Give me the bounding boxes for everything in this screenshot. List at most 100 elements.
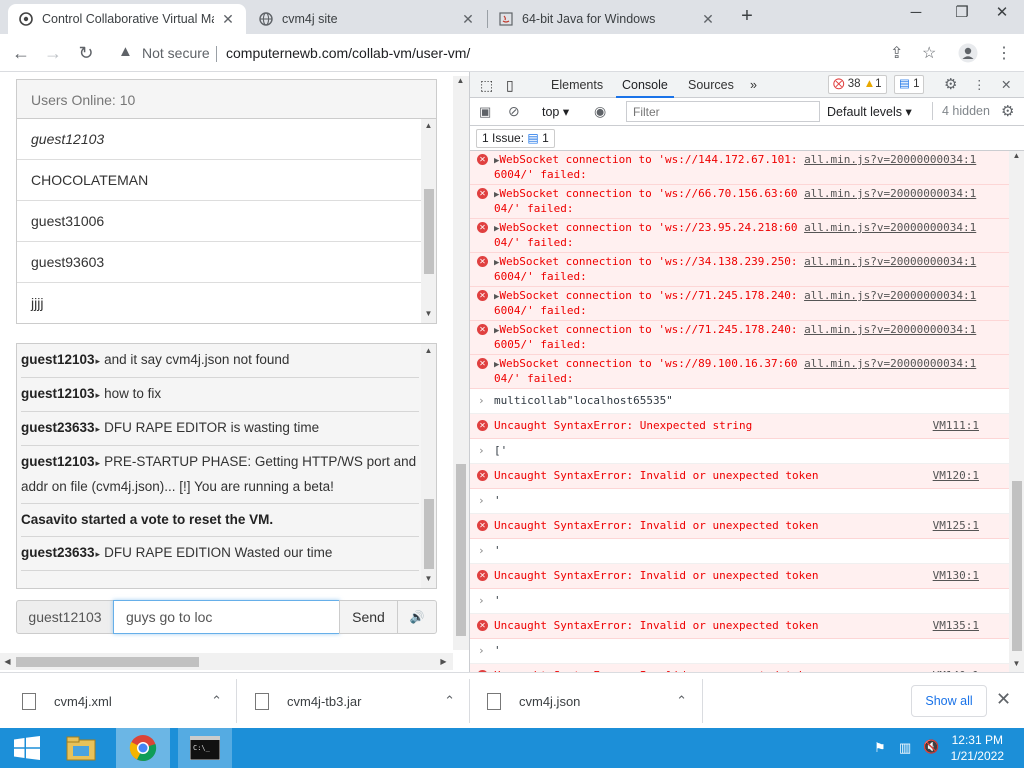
users-list[interactable]: guest12103 CHOCOLATEMAN guest31006 guest…	[16, 118, 437, 324]
tab-cvm4j-site[interactable]: cvm4j site ✕	[248, 4, 486, 34]
source-link[interactable]: VM120:1	[933, 469, 979, 483]
volume-icon[interactable]: 🔊	[397, 600, 437, 634]
warning-icon[interactable]: ▲	[118, 43, 133, 60]
share-icon[interactable]: ⇪	[890, 43, 903, 63]
tab-elements[interactable]: Elements	[551, 72, 603, 98]
address-bar[interactable]: ▲ Not secure computernewb.com/collab-vm/…	[108, 38, 954, 68]
console-scrollbar[interactable]: ▲ ▼	[1009, 151, 1024, 672]
bookmark-star-icon[interactable]: ☆	[922, 43, 936, 63]
reload-button[interactable]: ↻	[73, 40, 99, 66]
tab-sources[interactable]: Sources	[688, 72, 734, 98]
hidden-count: 4 hidden	[942, 104, 990, 118]
error-icon: ✕	[477, 154, 488, 165]
show-all-button[interactable]: Show all	[911, 685, 987, 717]
new-tab-button[interactable]: +	[736, 6, 758, 28]
chevron-up-icon[interactable]: ⌃	[676, 693, 687, 709]
source-link[interactable]: VM130:1	[933, 569, 979, 583]
source-link[interactable]: all.min.js?v=20000000034:1	[804, 153, 976, 166]
download-item[interactable]: cvm4j.xml ⌃	[22, 683, 222, 719]
inspect-icon[interactable]: ⬚	[480, 72, 493, 98]
more-tabs-icon[interactable]: »	[750, 72, 757, 98]
source-link[interactable]: all.min.js?v=20000000034:1	[804, 187, 976, 200]
collabvm-page: Users Online: 10 guest12103 CHOCOLATEMAN…	[0, 72, 469, 672]
file-explorer-icon[interactable]	[54, 728, 108, 768]
minimize-icon[interactable]: ─	[894, 0, 938, 34]
console-input-row: › ['	[470, 439, 1009, 464]
close-tab-icon[interactable]: ✕	[220, 11, 236, 28]
url-text[interactable]: computernewb.com/collab-vm/user-vm/	[226, 45, 470, 61]
issues-button[interactable]: 1 Issue: ▤ 1	[476, 129, 555, 148]
chrome-icon[interactable]	[116, 728, 170, 768]
console-error-row: ✕Uncaught SyntaxError: Invalid or unexpe…	[470, 464, 1009, 489]
close-tab-icon[interactable]: ✕	[460, 11, 476, 28]
users-scrollbar[interactable]: ▲ ▼	[421, 119, 436, 323]
user-item[interactable]: jjjj	[17, 283, 421, 323]
close-window-icon[interactable]: ✕	[980, 0, 1024, 34]
user-item[interactable]: CHOCOLATEMAN	[17, 160, 421, 201]
back-button[interactable]: ←	[8, 40, 34, 66]
source-link[interactable]: all.min.js?v=20000000034:1	[804, 255, 976, 268]
forward-button[interactable]: →	[40, 40, 66, 66]
source-link[interactable]: VM111:1	[933, 419, 979, 433]
console-error-row: ✕Uncaught SyntaxError: Invalid or unexpe…	[470, 614, 1009, 639]
page-horizontal-scrollbar[interactable]: ◀ ▶	[0, 653, 453, 670]
close-devtools-icon[interactable]: ✕	[1001, 72, 1011, 98]
user-item[interactable]: guest31006	[17, 201, 421, 242]
context-selector[interactable]: top ▾	[542, 104, 569, 119]
error-icon: ✕	[477, 520, 488, 531]
tab-console[interactable]: Console	[616, 72, 674, 98]
error-icon: ✕	[477, 358, 488, 369]
info-badge[interactable]: ▤ 1	[894, 75, 925, 94]
system-clock[interactable]: 12:31 PM 1/21/2022	[951, 732, 1004, 764]
console-settings-icon[interactable]: ⚙	[1001, 102, 1014, 120]
chevron-up-icon[interactable]: ⌃	[444, 693, 455, 709]
source-link[interactable]: all.min.js?v=20000000034:1	[804, 323, 976, 336]
source-link[interactable]: all.min.js?v=20000000034:1	[804, 221, 976, 234]
tab-java[interactable]: 64-bit Java for Windows ✕	[488, 4, 726, 34]
tab-title: cvm4j site	[282, 12, 338, 26]
source-link[interactable]: VM125:1	[933, 519, 979, 533]
close-download-bar-icon[interactable]: ✕	[996, 689, 1011, 710]
download-item[interactable]: cvm4j.json ⌃	[487, 683, 687, 719]
console-output[interactable]: ✕ ▶WebSocket connection to 'ws://144.172.…	[470, 151, 1009, 672]
restore-icon[interactable]: ❐	[940, 0, 984, 34]
profile-icon[interactable]	[958, 43, 978, 68]
log-levels-dropdown[interactable]: Default levels ▾	[827, 104, 912, 119]
chat-username[interactable]: guest12103	[16, 600, 114, 634]
user-item[interactable]: guest93603	[17, 242, 421, 283]
chat-input[interactable]	[113, 600, 340, 634]
tab-collabvm[interactable]: Control Collaborative Virtual Mac ✕	[8, 4, 246, 34]
source-link[interactable]: all.min.js?v=20000000034:1	[804, 289, 976, 302]
security-label[interactable]: Not secure	[142, 45, 210, 61]
error-icon: ✕	[477, 420, 488, 431]
console-error-row: ✕Uncaught SyntaxError: Invalid or unexpe…	[470, 564, 1009, 589]
chat-scrollbar[interactable]: ▲ ▼	[421, 344, 436, 588]
command-prompt-icon[interactable]: C:\_	[178, 728, 232, 768]
network-icon[interactable]: ▥	[899, 740, 911, 756]
close-tab-icon[interactable]: ✕	[700, 11, 716, 28]
clear-console-icon[interactable]: ⊘	[508, 103, 520, 120]
sidebar-toggle-icon[interactable]: ▣	[479, 104, 491, 120]
source-link[interactable]: all.min.js?v=20000000034:1	[804, 357, 976, 370]
user-item[interactable]: guest12103	[17, 119, 421, 160]
eye-icon[interactable]: ◉	[594, 103, 606, 120]
more-options-icon[interactable]: ⋮	[973, 72, 986, 98]
issues-bar: 1 Issue: ▤ 1	[470, 126, 1024, 151]
action-center-flag-icon[interactable]: ⚑	[874, 740, 886, 756]
download-item[interactable]: cvm4j-tb3.jar ⌃	[255, 683, 455, 719]
windows-start-icon[interactable]	[0, 728, 54, 768]
console-input-row: › '	[470, 589, 1009, 614]
page-vertical-scrollbar[interactable]: ▲	[453, 76, 469, 650]
console-filter-input[interactable]	[626, 101, 820, 122]
file-icon	[255, 692, 269, 710]
source-link[interactable]: VM135:1	[933, 619, 979, 633]
volume-muted-icon[interactable]: 🔇	[923, 739, 939, 755]
error-badge[interactable]: ⨂ 38 ▲1	[828, 75, 887, 94]
settings-gear-icon[interactable]: ⚙	[944, 72, 957, 98]
file-icon	[22, 692, 36, 710]
send-button[interactable]: Send	[339, 600, 398, 634]
error-icon: ✕	[477, 188, 488, 199]
chevron-up-icon[interactable]: ⌃	[211, 693, 222, 709]
device-toggle-icon[interactable]: ▯	[506, 72, 514, 98]
menu-dots-icon[interactable]: ⋮	[996, 43, 1012, 63]
